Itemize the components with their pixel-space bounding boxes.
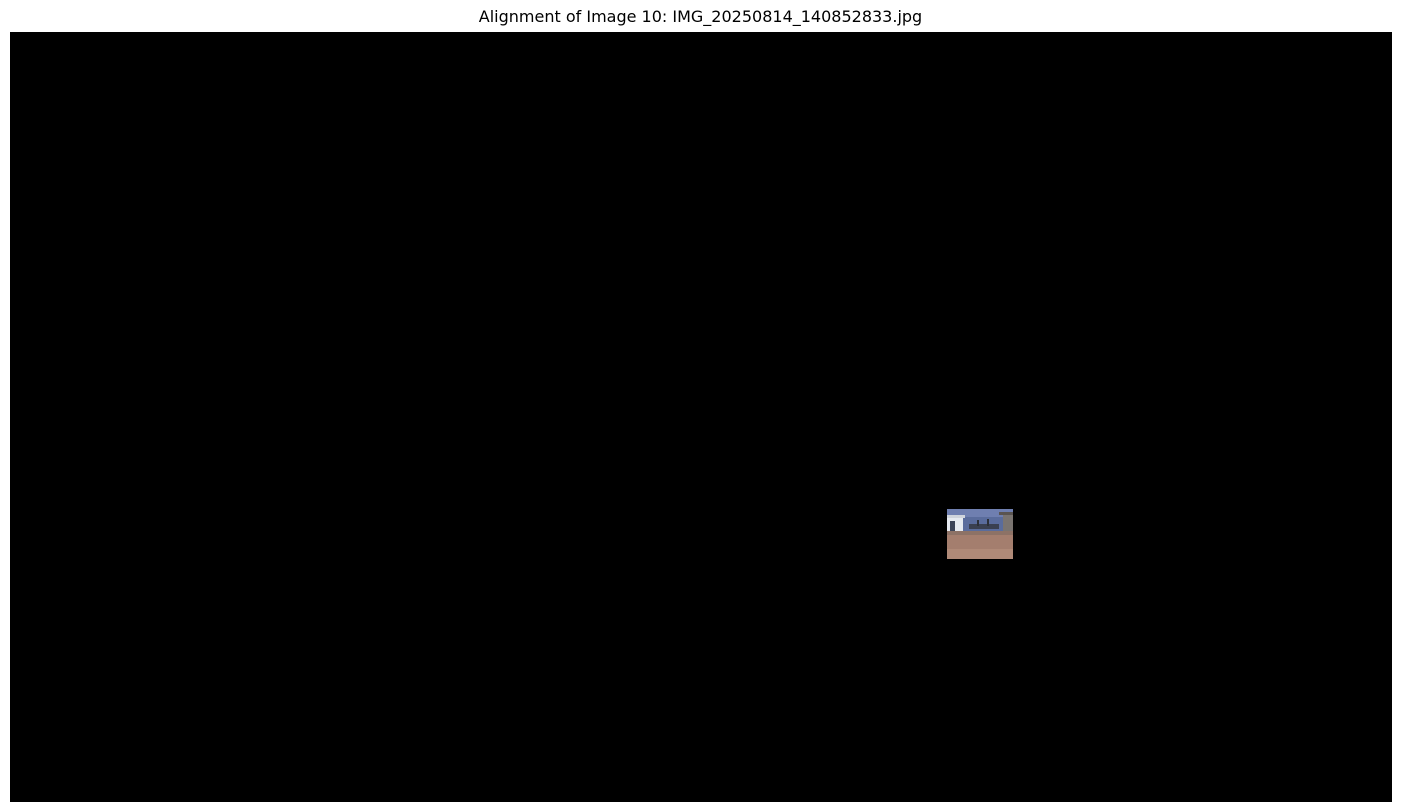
alignment-figure: Alignment of Image 10: IMG_20250814_1408… [0, 0, 1401, 812]
photo-ground-far [947, 531, 1013, 535]
photo-ground-near [947, 549, 1013, 559]
photo-pole [977, 520, 979, 526]
photo-building-roof [947, 515, 965, 518]
figure-title: Alignment of Image 10: IMG_20250814_1408… [478, 7, 923, 26]
alignment-canvas [10, 32, 1392, 802]
aligned-image-thumbnail [947, 509, 1013, 559]
photo-right-roof [999, 512, 1013, 515]
photo-pole [987, 519, 989, 526]
photo-building-door [950, 521, 955, 531]
aligned-photo [947, 509, 1013, 559]
photo-horizon [969, 524, 999, 529]
